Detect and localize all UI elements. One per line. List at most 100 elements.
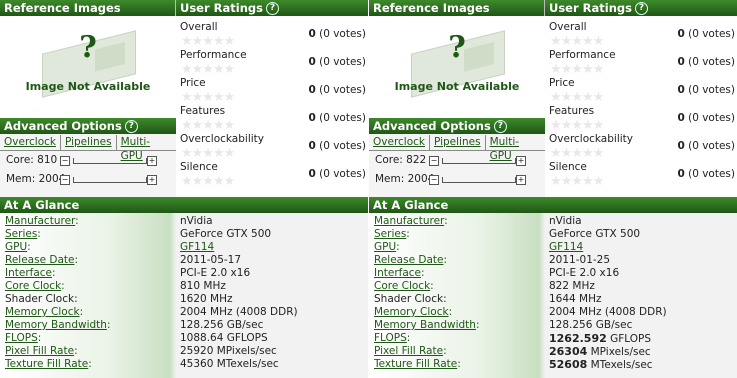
spec-label[interactable]: Series: <box>5 228 41 241</box>
tab-pipelines[interactable]: Pipelines <box>430 135 486 150</box>
spec-label[interactable]: Memory Clock: <box>5 306 83 319</box>
slider-track[interactable] <box>73 158 147 164</box>
spec-label-text[interactable]: Core Clock <box>5 280 61 292</box>
spec-label-text[interactable]: Release Date <box>374 254 443 266</box>
tab-overclock[interactable]: Overclock <box>0 135 61 150</box>
spec-label-text[interactable]: Interface <box>5 267 52 279</box>
rating-votes: 0 (0 votes) <box>677 140 735 152</box>
spec-label-text[interactable]: Pixel Fill Rate <box>5 345 74 357</box>
spec-label[interactable]: Series: <box>374 228 410 241</box>
spec-label-text[interactable]: Series <box>5 228 37 240</box>
tab-pipelines[interactable]: Pipelines <box>61 135 117 150</box>
spec-label[interactable]: Interface: <box>5 267 56 280</box>
spec-label-text[interactable]: Interface <box>374 267 421 279</box>
spec-label[interactable]: Texture Fill Rate: <box>5 358 92 371</box>
slider-track[interactable] <box>73 177 147 183</box>
spec-label-text[interactable]: FLOPS <box>374 332 407 344</box>
spec-value-text: 2004 MHz (4008 DDR) <box>549 306 667 318</box>
rating-votes: 0 (0 votes) <box>677 112 735 124</box>
star-rating-icon[interactable]: ★★★★★ <box>550 147 604 160</box>
plus-icon[interactable]: + <box>147 156 157 166</box>
spec-label-text[interactable]: GPU <box>374 241 396 253</box>
spec-label[interactable]: FLOPS: <box>374 332 410 345</box>
minus-icon[interactable]: − <box>429 175 439 185</box>
spec-label[interactable]: Core Clock: <box>5 280 65 293</box>
spec-label[interactable]: Memory Bandwidth: <box>5 319 111 332</box>
spec-label-text[interactable]: Core Clock <box>374 280 430 292</box>
spec-label[interactable]: Texture Fill Rate: <box>374 358 461 371</box>
spec-value-text: GFLOPS <box>610 333 652 345</box>
spec-row: Memory Bandwidth: 128.256 GB/sec <box>374 319 734 332</box>
spec-colon: : <box>79 306 84 318</box>
spec-colon: : <box>52 267 56 279</box>
ratings-list: Overall ★★★★★ 0 (0 votes) Performance ★★★★★ 0… <box>176 16 368 197</box>
tab-overclock[interactable]: Overclock <box>369 135 430 150</box>
rating-item: Features ★★★★★ 0 (0 votes) <box>549 105 735 133</box>
help-icon[interactable]: ? <box>634 2 648 15</box>
star-rating-icon[interactable]: ★★★★★ <box>550 91 604 104</box>
minus-icon[interactable]: − <box>60 156 70 166</box>
star-rating-icon[interactable]: ★★★★★ <box>181 35 235 48</box>
reference-images-title: Reference Images <box>373 1 490 15</box>
plus-icon[interactable]: + <box>516 156 526 166</box>
plus-icon[interactable]: + <box>147 175 157 185</box>
advanced-options-header: Advanced Options? <box>369 118 545 134</box>
spec-label[interactable]: Release Date: <box>5 254 78 267</box>
spec-label[interactable]: GPU: <box>5 241 31 254</box>
slider-track[interactable] <box>442 158 516 164</box>
spec-label-text[interactable]: Memory Clock <box>374 306 449 318</box>
gpu-panel: Reference Images? Image Not Available Adva… <box>369 0 737 378</box>
spec-label-text[interactable]: Memory Clock <box>5 306 80 318</box>
memory-clock-slider-label: Mem: 2004 <box>375 173 435 185</box>
spec-label-text[interactable]: Series <box>374 228 406 240</box>
spec-label-text[interactable]: Manufacturer <box>5 215 75 227</box>
help-icon[interactable]: ? <box>493 120 507 133</box>
spec-label[interactable]: Manufacturer: <box>374 215 448 228</box>
star-rating-icon[interactable]: ★★★★★ <box>550 175 604 188</box>
spec-label[interactable]: Release Date: <box>374 254 447 267</box>
spec-label[interactable]: Memory Clock: <box>374 306 452 319</box>
rating-score: 0 <box>308 28 316 40</box>
spec-label[interactable]: Core Clock: <box>374 280 434 293</box>
star-rating-icon[interactable]: ★★★★★ <box>181 119 235 132</box>
star-rating-icon[interactable]: ★★★★★ <box>550 63 604 76</box>
advanced-tabs: Overclock Pipelines Multi-GPU <box>0 135 176 162</box>
help-icon[interactable]: ? <box>124 120 138 133</box>
spec-label[interactable]: Pixel Fill Rate: <box>374 345 447 358</box>
slider-track[interactable] <box>442 177 516 183</box>
spec-label-text[interactable]: Memory Bandwidth <box>374 319 476 331</box>
spec-label-text[interactable]: Release Date <box>5 254 74 266</box>
star-rating-icon[interactable]: ★★★★★ <box>550 119 604 132</box>
spec-label[interactable]: Pixel Fill Rate: <box>5 345 78 358</box>
star-rating-icon[interactable]: ★★★★★ <box>181 175 235 188</box>
plus-icon[interactable]: + <box>516 175 526 185</box>
advanced-options-header: Advanced Options? <box>0 118 176 134</box>
spec-value: 810 MHz <box>180 280 226 293</box>
gpu-link[interactable]: GF114 <box>549 241 583 253</box>
tab-multigpu[interactable]: Multi-GPU <box>117 135 176 162</box>
help-icon[interactable]: ? <box>265 2 279 15</box>
spec-label[interactable]: FLOPS: <box>5 332 41 345</box>
spec-label-text[interactable]: Pixel Fill Rate <box>374 345 443 357</box>
spec-label-text[interactable]: FLOPS <box>5 332 38 344</box>
spec-label-text[interactable]: Texture Fill Rate <box>374 358 457 370</box>
spec-label-text[interactable]: Memory Bandwidth <box>5 319 107 331</box>
star-rating-icon[interactable]: ★★★★★ <box>181 63 235 76</box>
spec-label[interactable]: Interface: <box>374 267 425 280</box>
gpu-link[interactable]: GF114 <box>180 241 214 253</box>
minus-icon[interactable]: − <box>60 175 70 185</box>
spec-label[interactable]: Memory Bandwidth: <box>374 319 480 332</box>
spec-label-text[interactable]: Manufacturer <box>374 215 444 227</box>
tab-multigpu[interactable]: Multi-GPU <box>486 135 545 162</box>
spec-label[interactable]: Manufacturer: <box>5 215 79 228</box>
star-rating-icon[interactable]: ★★★★★ <box>181 147 235 160</box>
star-rating-icon[interactable]: ★★★★★ <box>181 91 235 104</box>
spec-label-text[interactable]: Texture Fill Rate <box>5 358 88 370</box>
star-rating-icon[interactable]: ★★★★★ <box>550 35 604 48</box>
minus-icon[interactable]: − <box>429 156 439 166</box>
spec-label[interactable]: GPU: <box>374 241 400 254</box>
spec-label-text[interactable]: GPU <box>5 241 27 253</box>
core-clock-slider: Core: 810− + <box>0 154 176 170</box>
vote-count: (0 votes) <box>688 112 735 124</box>
user-ratings-section: User Ratings? Overall ★★★★★ 0 (0 votes) Perf… <box>545 0 737 197</box>
